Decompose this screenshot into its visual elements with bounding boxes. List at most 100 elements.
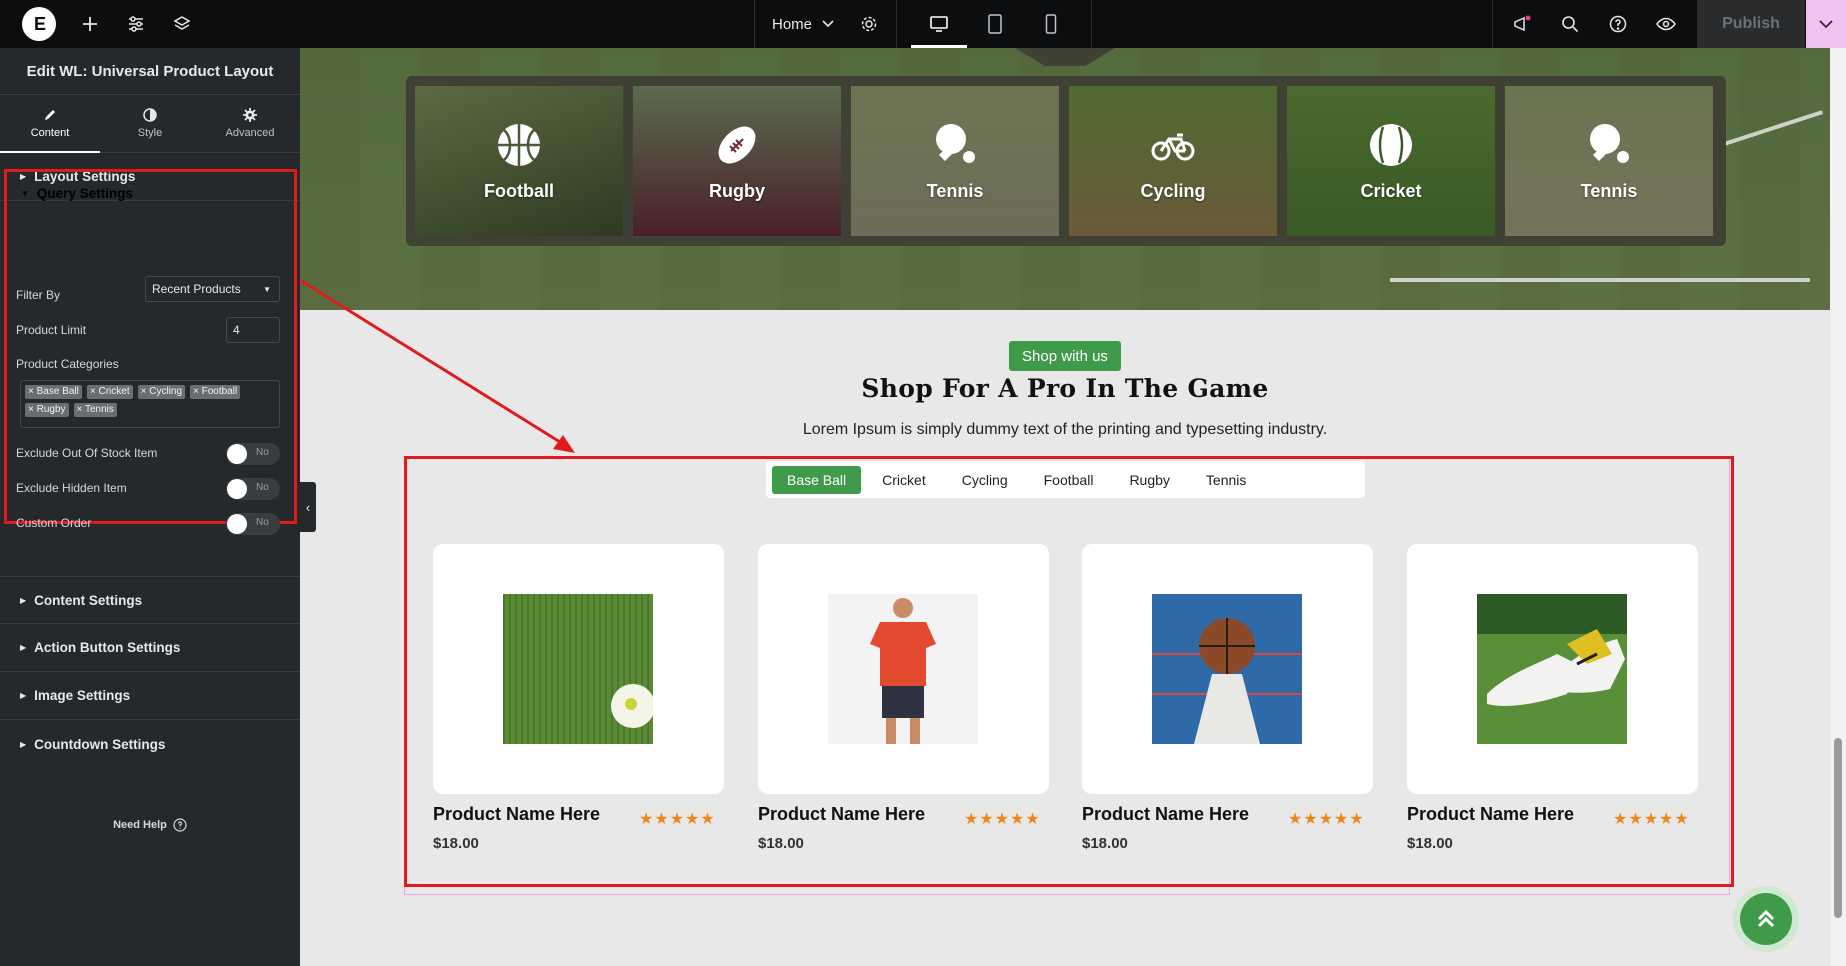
tab-style-label: Style — [137, 127, 163, 139]
category-card-cycling[interactable]: Cycling — [1069, 86, 1277, 236]
product-card[interactable] — [1407, 544, 1698, 794]
toggle-knob — [227, 444, 247, 464]
category-tag[interactable]: × Rugby — [25, 403, 69, 417]
tab-cricket[interactable]: Cricket — [867, 466, 941, 494]
tablet-view-icon[interactable] — [972, 0, 1018, 48]
page-settings-gear-icon[interactable] — [852, 0, 886, 48]
mobile-view-icon[interactable] — [1028, 0, 1074, 48]
publish-button[interactable]: Publish — [1697, 0, 1805, 48]
custom-order-label: Custom Order — [16, 516, 92, 530]
tab-base-ball[interactable]: Base Ball — [772, 465, 862, 494]
section-image-settings[interactable]: ▶ Image Settings — [0, 672, 300, 720]
layers-icon[interactable] — [164, 0, 200, 48]
product-card[interactable] — [758, 544, 1049, 794]
notifications-megaphone-icon[interactable] — [1502, 0, 1542, 48]
product-name[interactable]: Product Name Here — [758, 804, 925, 825]
rating-stars: ★★★★★ — [964, 811, 1041, 828]
bicycle-icon — [1151, 133, 1195, 160]
category-card-tennis-2[interactable]: Tennis — [1505, 86, 1713, 236]
tab-cycling[interactable]: Cycling — [947, 466, 1023, 494]
desktop-view-icon[interactable] — [916, 0, 962, 48]
basketball-icon — [498, 123, 540, 166]
need-help-link[interactable]: Need Help — [0, 818, 300, 832]
product-image-football-boots[interactable] — [1477, 594, 1627, 744]
product-price: $18.00 — [1082, 835, 1128, 852]
product-name[interactable]: Product Name Here — [1407, 804, 1574, 825]
preview-eye-icon[interactable] — [1646, 0, 1686, 48]
table-tennis-icon — [1590, 123, 1629, 163]
product-image-red-tshirt[interactable] — [828, 594, 978, 744]
decorative-notch — [1015, 48, 1115, 66]
elementor-logo-button[interactable]: E — [22, 7, 56, 41]
caret-down-icon: ▼ — [263, 284, 271, 294]
page-selector[interactable]: Home — [772, 0, 834, 48]
toggle-text: No — [256, 517, 269, 528]
category-tag[interactable]: × Football — [190, 385, 241, 399]
tab-tennis[interactable]: Tennis — [1191, 466, 1261, 494]
category-card-football[interactable]: Football — [415, 86, 623, 236]
product-categories-label: Product Categories — [16, 357, 119, 371]
gear-icon — [243, 108, 257, 122]
tab-football[interactable]: Football — [1029, 466, 1109, 494]
cricket-ball-icon — [1370, 123, 1412, 166]
product-card[interactable] — [433, 544, 724, 794]
exclude-out-of-stock-toggle[interactable]: No — [226, 443, 280, 465]
scroll-to-top-inner — [1740, 893, 1792, 945]
category-tag[interactable]: × Base Ball — [25, 385, 82, 399]
caret-right-icon: ▶ — [20, 739, 27, 749]
chevron-down-icon — [1819, 19, 1833, 28]
category-tag[interactable]: × Tennis — [73, 403, 117, 417]
product-card[interactable] — [1082, 544, 1373, 794]
caret-right-icon: ▶ — [20, 643, 27, 652]
product-name[interactable]: Product Name Here — [1082, 804, 1249, 825]
table-tennis-icon — [936, 123, 975, 163]
tab-content[interactable]: Content — [0, 95, 100, 153]
exclude-hidden-label: Exclude Hidden Item — [16, 481, 127, 495]
rating-stars: ★★★★★ — [1613, 811, 1690, 828]
caret-down-icon: ▼ — [21, 188, 29, 198]
product-image-soccer-ball[interactable] — [503, 594, 653, 744]
page-scrollbar[interactable] — [1830, 48, 1846, 966]
rugby-ball-icon — [718, 126, 756, 163]
section-action-button-settings[interactable]: ▶ Action Button Settings — [0, 624, 300, 672]
section-label: Content Settings — [34, 592, 143, 608]
exclude-hidden-toggle[interactable]: No — [226, 478, 280, 500]
section-content-settings[interactable]: ▶ Content Settings — [0, 576, 300, 624]
category-tag[interactable]: × Cycling — [137, 385, 186, 399]
product-limit-input[interactable]: 4 — [226, 317, 280, 343]
section-label: Countdown Settings — [34, 736, 166, 752]
add-element-icon[interactable] — [72, 0, 108, 48]
product-name[interactable]: Product Name Here — [433, 804, 600, 825]
category-card-cricket[interactable]: Cricket — [1287, 86, 1495, 236]
toggle-knob — [227, 514, 247, 534]
need-help-label: Need Help — [113, 819, 167, 831]
collapse-panel-button[interactable]: ‹ — [300, 482, 316, 532]
search-icon[interactable] — [1550, 0, 1590, 48]
publish-options-button[interactable] — [1806, 0, 1846, 48]
court-line — [1390, 278, 1810, 282]
divider — [896, 0, 897, 48]
section-query-settings[interactable]: ▼ Filter By Query Settings — [7, 172, 294, 214]
panel-title: Edit WL: Universal Product Layout — [0, 48, 300, 95]
tab-style[interactable]: Style — [100, 95, 200, 152]
chevron-down-icon — [822, 20, 834, 28]
scrollbar-thumb[interactable] — [1834, 738, 1842, 918]
custom-order-toggle[interactable]: No — [226, 513, 280, 535]
panel-tabs: Content Style Advanced — [0, 95, 300, 153]
product-categories-field[interactable]: × Base Ball × Cricket × Cycling × Footba… — [20, 380, 280, 428]
category-card-rugby[interactable]: Rugby — [633, 86, 841, 236]
filter-by-select[interactable]: Recent Products ▼ — [145, 276, 280, 302]
site-settings-sliders-icon[interactable] — [118, 0, 154, 48]
category-card-tennis[interactable]: Tennis — [851, 86, 1059, 236]
category-tag[interactable]: × Cricket — [86, 385, 133, 399]
section-countdown-settings[interactable]: ▶ Countdown Settings — [0, 720, 300, 768]
product-image-basketball[interactable] — [1152, 594, 1302, 744]
help-icon[interactable] — [1598, 0, 1638, 48]
query-settings-panel: ▼ Filter By Query Settings — [4, 169, 297, 524]
scroll-to-top-button[interactable] — [1733, 886, 1799, 952]
category-label: Tennis — [1580, 180, 1638, 201]
tab-advanced[interactable]: Advanced — [200, 95, 300, 152]
section-label: Action Button Settings — [34, 640, 181, 655]
tab-content-label: Content — [30, 127, 70, 139]
tab-rugby[interactable]: Rugby — [1114, 466, 1184, 494]
